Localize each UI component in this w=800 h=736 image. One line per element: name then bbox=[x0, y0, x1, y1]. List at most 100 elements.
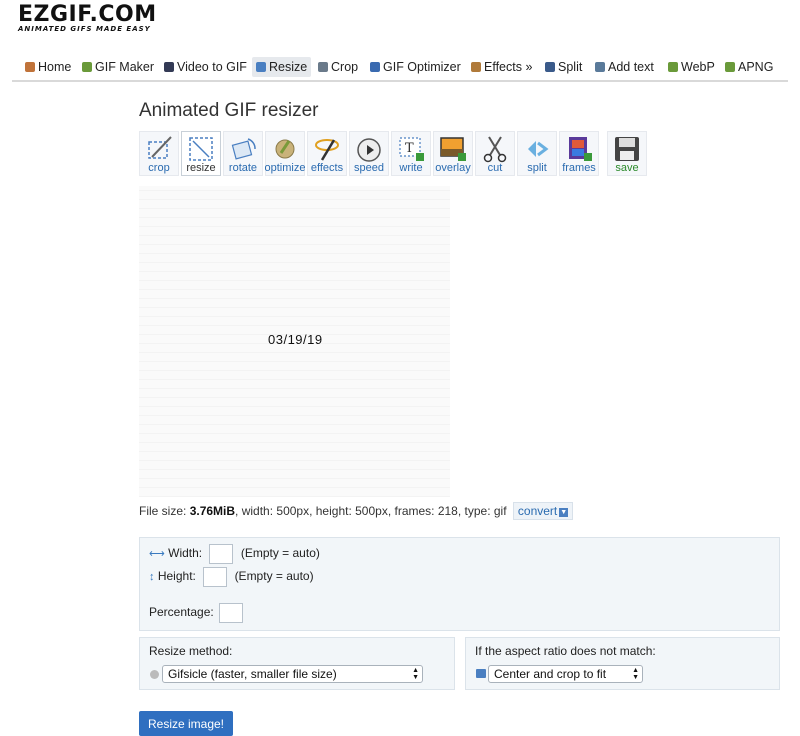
nav-add-text[interactable]: Add text bbox=[595, 57, 654, 77]
webp-icon bbox=[668, 62, 678, 72]
scissors-icon bbox=[483, 136, 507, 163]
resize-method-value: Gifsicle (faster, smaller file size) bbox=[168, 667, 337, 681]
dimensions-panel: ⟷ Width: (Empty = auto) ↕ Height: (Empty… bbox=[139, 537, 780, 631]
resize-image-button[interactable]: Resize image! bbox=[139, 711, 233, 736]
resize-tool-icon bbox=[189, 137, 213, 161]
resize-method-panel: Resize method: Gifsicle (faster, smaller… bbox=[139, 637, 455, 690]
crop-icon bbox=[318, 62, 328, 72]
optimize-tool-icon bbox=[275, 139, 295, 159]
nav-crop-label: Crop bbox=[331, 60, 359, 74]
nav-home[interactable]: Home bbox=[25, 57, 71, 77]
speed-tool-icon bbox=[357, 138, 381, 162]
tool-frames-label: frames bbox=[562, 162, 596, 174]
page-title: Animated GIF resizer bbox=[139, 100, 319, 121]
width-arrow-icon: ⟷ bbox=[149, 548, 165, 561]
nav-video-to-gif[interactable]: Video to GIF bbox=[164, 57, 247, 77]
split-tool-icon bbox=[528, 141, 549, 157]
frames-tool-icon bbox=[569, 137, 592, 161]
select-arrows-icon: ▲ ▼ bbox=[632, 667, 639, 681]
tool-split[interactable]: split bbox=[517, 131, 557, 176]
tool-save-label: save bbox=[615, 162, 639, 174]
width-label: Width: bbox=[168, 546, 203, 561]
nav-resize[interactable]: Resize bbox=[252, 57, 312, 77]
tool-resize-label: resize bbox=[186, 162, 216, 174]
nav-effects[interactable]: Effects » bbox=[471, 57, 532, 77]
tool-write[interactable]: T write bbox=[391, 131, 431, 176]
select-arrows-icon: ▲ ▼ bbox=[412, 667, 419, 681]
file-info: File size: 3.76MiB, width: 500px, height… bbox=[139, 502, 574, 520]
tool-optimize[interactable]: optimize bbox=[265, 131, 305, 176]
height-hint: (Empty = auto) bbox=[234, 569, 314, 584]
text-icon bbox=[595, 62, 605, 72]
nav-apng[interactable]: APNG bbox=[725, 57, 773, 77]
tool-speed[interactable]: speed bbox=[349, 131, 389, 176]
aspect-ratio-select[interactable]: Center and crop to fit ▲ ▼ bbox=[488, 665, 643, 683]
tool-cut[interactable]: cut bbox=[475, 131, 515, 176]
rotate-tool-icon bbox=[231, 138, 256, 160]
tool-resize[interactable]: resize bbox=[181, 131, 221, 176]
aspect-ratio-label: If the aspect ratio does not match: bbox=[475, 644, 656, 658]
optimizer-icon bbox=[370, 62, 380, 72]
tool-overlay[interactable]: overlay bbox=[433, 131, 473, 176]
split-icon bbox=[545, 62, 555, 72]
resize-method-select[interactable]: Gifsicle (faster, smaller file size) ▲ ▼ bbox=[162, 665, 423, 683]
aspect-ratio-panel: If the aspect ratio does not match: Cent… bbox=[465, 637, 780, 690]
tool-speed-label: speed bbox=[354, 162, 384, 174]
apng-icon bbox=[725, 62, 735, 72]
nav-gif-optimizer-label: GIF Optimizer bbox=[383, 60, 461, 74]
tool-effects[interactable]: effects bbox=[307, 131, 347, 176]
gif-maker-icon bbox=[82, 62, 92, 72]
height-input[interactable] bbox=[203, 567, 228, 587]
home-icon bbox=[25, 62, 35, 72]
svg-text:T: T bbox=[405, 141, 414, 156]
aspect-crop-icon bbox=[476, 669, 486, 678]
nav-crop[interactable]: Crop bbox=[318, 57, 358, 77]
width-row: ⟷ Width: (Empty = auto) bbox=[149, 544, 320, 564]
tool-write-label: write bbox=[399, 162, 423, 174]
tool-overlay-label: overlay bbox=[435, 162, 471, 174]
tool-save[interactable]: save bbox=[607, 131, 647, 176]
nav-effects-label: Effects » bbox=[484, 60, 533, 74]
top-navigation: Home GIF Maker Video to GIF Resize Crop … bbox=[12, 56, 788, 82]
write-tool-icon: T bbox=[399, 137, 424, 161]
percentage-row: Percentage: bbox=[149, 603, 247, 623]
tool-rotate-label: rotate bbox=[228, 162, 258, 174]
tool-frames[interactable]: frames bbox=[559, 131, 599, 176]
nav-webp[interactable]: WebP bbox=[668, 57, 715, 77]
resize-icon bbox=[256, 62, 266, 72]
logo-tagline: ANIMATED GIFS MADE EASY bbox=[18, 25, 151, 33]
effects-tool-icon bbox=[315, 139, 339, 161]
height-row: ↕ Height: (Empty = auto) bbox=[149, 567, 314, 587]
nav-gif-optimizer[interactable]: GIF Optimizer bbox=[370, 57, 461, 77]
site-logo[interactable]: EZGIF.COM ANIMATED GIFS MADE EASY bbox=[18, 2, 157, 34]
nav-gif-maker[interactable]: GIF Maker bbox=[82, 57, 154, 77]
convert-label: convert bbox=[517, 504, 558, 518]
method-icon bbox=[150, 670, 159, 679]
file-size-value: 3.76MiB bbox=[189, 504, 236, 518]
nav-split[interactable]: Split bbox=[545, 57, 582, 77]
nav-gif-maker-label: GIF Maker bbox=[95, 60, 155, 74]
resize-method-label: Resize method: bbox=[149, 644, 233, 658]
tool-cut-label: cut bbox=[487, 162, 503, 174]
tool-effects-label: effects bbox=[310, 162, 344, 174]
percentage-label: Percentage: bbox=[149, 605, 214, 620]
percentage-input[interactable] bbox=[219, 603, 244, 623]
height-label: Height: bbox=[157, 569, 196, 584]
overlay-tool-icon bbox=[440, 137, 466, 161]
tool-crop[interactable]: crop bbox=[139, 131, 179, 176]
nav-webp-label: WebP bbox=[681, 60, 715, 74]
download-arrow-icon: ▼ bbox=[559, 508, 569, 517]
aspect-ratio-value: Center and crop to fit bbox=[494, 667, 607, 681]
nav-apng-label: APNG bbox=[738, 60, 774, 74]
width-input[interactable] bbox=[209, 544, 234, 564]
tool-rotate[interactable]: rotate bbox=[223, 131, 263, 176]
convert-button[interactable]: convert ▼ bbox=[512, 502, 574, 520]
nav-video-to-gif-label: Video to GIF bbox=[177, 60, 247, 74]
nav-split-label: Split bbox=[558, 60, 583, 74]
width-hint: (Empty = auto) bbox=[240, 546, 320, 561]
tool-split-label: split bbox=[527, 162, 547, 174]
preview-date-text: 03/19/19 bbox=[268, 332, 323, 347]
file-dimensions: , width: 500px, height: 500px, frames: 2… bbox=[235, 504, 507, 518]
nav-resize-label: Resize bbox=[269, 60, 308, 74]
logo-wordmark: EZGIF.COM bbox=[18, 2, 157, 27]
